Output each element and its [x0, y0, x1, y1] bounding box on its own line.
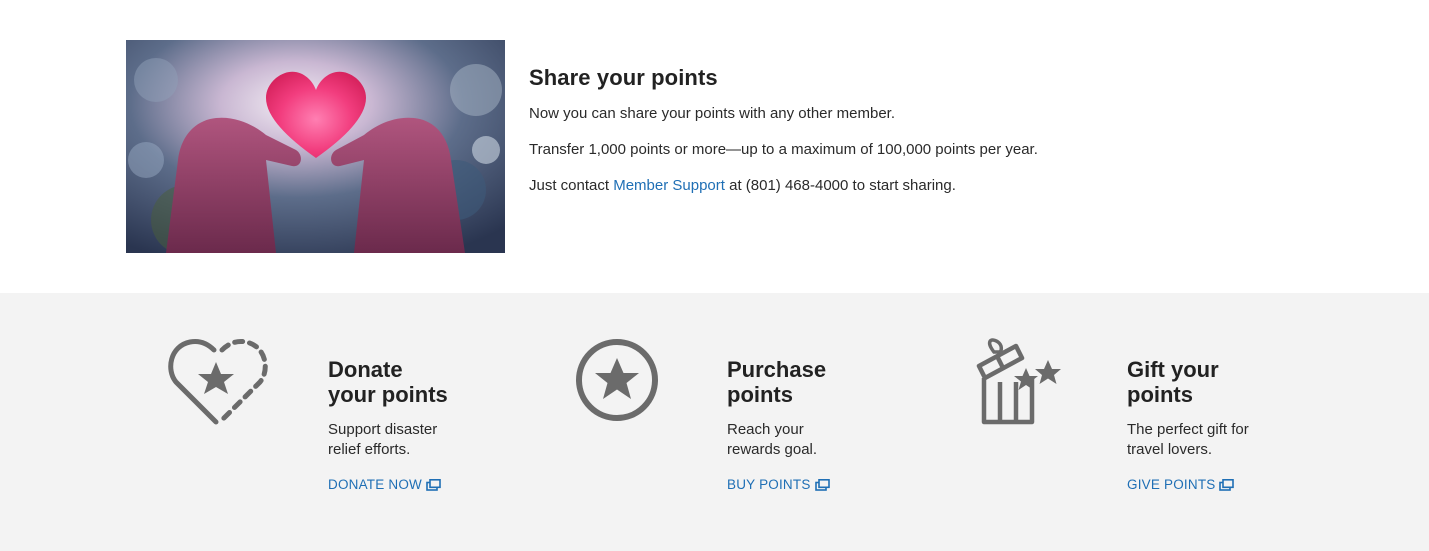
- donate-desc-line1: Support disaster: [328, 421, 438, 438]
- buy-points-label: BUY POINTS: [727, 477, 811, 492]
- give-points-label: GIVE POINTS: [1127, 477, 1216, 492]
- purchase-desc-line2: rewards goal.: [727, 441, 818, 458]
- donate-now-label: DONATE NOW: [328, 477, 422, 492]
- share-points-section: Share your points Now you can share your…: [0, 0, 1429, 293]
- gift-box-stars-icon: [976, 338, 1076, 430]
- gift-desc-line1: The perfect gift for: [1127, 421, 1249, 438]
- contact-text: Just contact Member Support at (801) 468…: [529, 176, 1229, 196]
- contact-suffix: at (801) 468-4000 to start sharing.: [724, 177, 956, 194]
- share-description: Now you can share your points with any o…: [529, 105, 896, 122]
- purchase-content: Purchase points Reach your rewards goal.…: [727, 357, 907, 494]
- star-circle-icon: [575, 338, 675, 430]
- donate-title: Donate your points: [328, 357, 508, 407]
- donate-title-line1: Donate: [328, 357, 403, 382]
- donate-title-line2: your points: [328, 382, 448, 407]
- gift-title-line1: Gift your: [1127, 357, 1219, 382]
- contact-prefix: Just contact: [529, 177, 614, 194]
- purchase-title-line1: Purchase: [727, 357, 827, 382]
- donate-now-link[interactable]: DONATE NOW: [328, 477, 441, 492]
- hands-holding-heart-image: [126, 40, 505, 253]
- gift-title-line2: points: [1127, 382, 1193, 407]
- purchase-title-line2: points: [727, 382, 793, 407]
- purchase-title: Purchase points: [727, 357, 907, 407]
- donate-desc-line2: relief efforts.: [328, 441, 411, 458]
- buy-points-link[interactable]: BUY POINTS: [727, 477, 830, 492]
- share-points-title: Share your points: [529, 65, 718, 90]
- donate-points-feature: Donate your points Support disaster reli…: [168, 293, 568, 551]
- share-points-content: Share your points Now you can share your…: [529, 64, 1229, 212]
- points-options-band: Donate your points Support disaster reli…: [0, 293, 1429, 551]
- heart-star-icon: [168, 336, 268, 428]
- purchase-description: Reach your rewards goal.: [727, 420, 907, 460]
- purchase-desc-line1: Reach your: [727, 421, 804, 438]
- gift-title: Gift your points: [1127, 357, 1307, 407]
- gift-content: Gift your points The perfect gift for tr…: [1127, 357, 1307, 494]
- donate-content: Donate your points Support disaster reli…: [328, 357, 508, 494]
- gift-description: The perfect gift for travel lovers.: [1127, 420, 1307, 460]
- gift-points-feature: Gift your points The perfect gift for tr…: [976, 293, 1376, 551]
- purchase-points-feature: Purchase points Reach your rewards goal.…: [575, 293, 975, 551]
- member-support-link[interactable]: Member Support: [613, 177, 725, 194]
- external-link-icon: [426, 478, 441, 491]
- transfer-limits-text: Transfer 1,000 points or more—up to a ma…: [529, 141, 1038, 158]
- gift-desc-line2: travel lovers.: [1127, 441, 1213, 458]
- external-link-icon: [814, 478, 830, 491]
- hands-heart-photo: [126, 40, 505, 253]
- external-link-icon: [1219, 478, 1235, 491]
- give-points-link[interactable]: GIVE POINTS: [1127, 477, 1235, 492]
- donate-description: Support disaster relief efforts.: [328, 420, 508, 460]
